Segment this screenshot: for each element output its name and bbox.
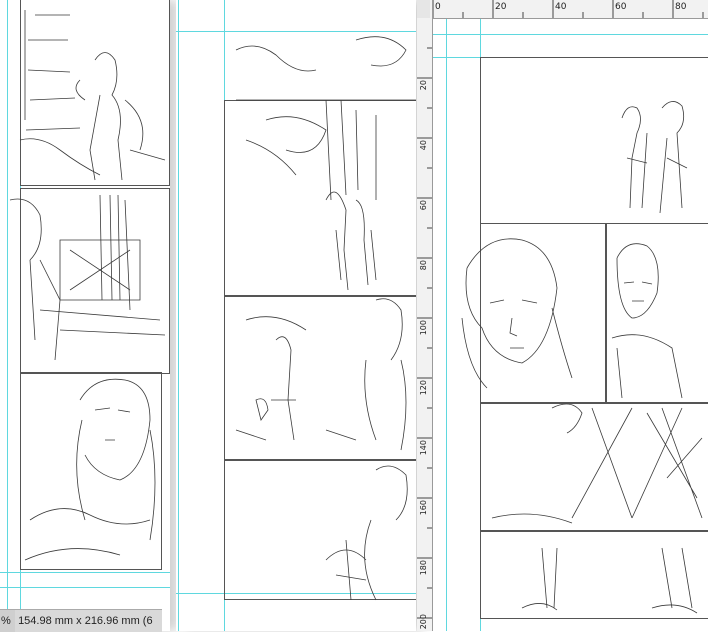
ruler-label: 60 [419, 200, 428, 211]
ruler-label: 80 [675, 2, 687, 12]
ruler-label: 40 [419, 140, 428, 151]
ruler-label: 0 [435, 2, 441, 12]
pencil-sketch-art [235, 36, 416, 601]
ruler-label: 60 [615, 2, 627, 12]
horizontal-ruler[interactable]: 0 20 40 60 80 [430, 0, 708, 19]
ruler-label: 20 [495, 2, 507, 12]
page-1-canvas[interactable] [0, 0, 170, 631]
vertical-ruler[interactable]: 20 40 60 80 100 120 140 160 180 200 [417, 18, 433, 631]
zoom-level[interactable]: % [0, 610, 15, 632]
status-bar: % 154.98 mm x 216.96 mm (6 [0, 609, 162, 632]
ruler-label: 140 [419, 440, 428, 456]
ruler-label: 160 [419, 500, 428, 516]
ruler-ticks [432, 0, 704, 18]
ruler-label: 200 [419, 614, 428, 630]
page-3-canvas[interactable] [432, 18, 708, 631]
ruler-label: 80 [419, 260, 428, 271]
pencil-sketch-art [9, 10, 166, 561]
ruler-label: 100 [419, 320, 428, 336]
ruler-label: 20 [419, 80, 428, 91]
ruler-label: 120 [419, 380, 428, 396]
ruler-label: 180 [419, 560, 428, 576]
page-2-canvas[interactable] [176, 0, 416, 631]
ruler-label: 40 [555, 2, 567, 12]
canvas-size-readout: 154.98 mm x 216.96 mm (6 [18, 615, 153, 627]
pencil-sketch-art [461, 101, 703, 614]
